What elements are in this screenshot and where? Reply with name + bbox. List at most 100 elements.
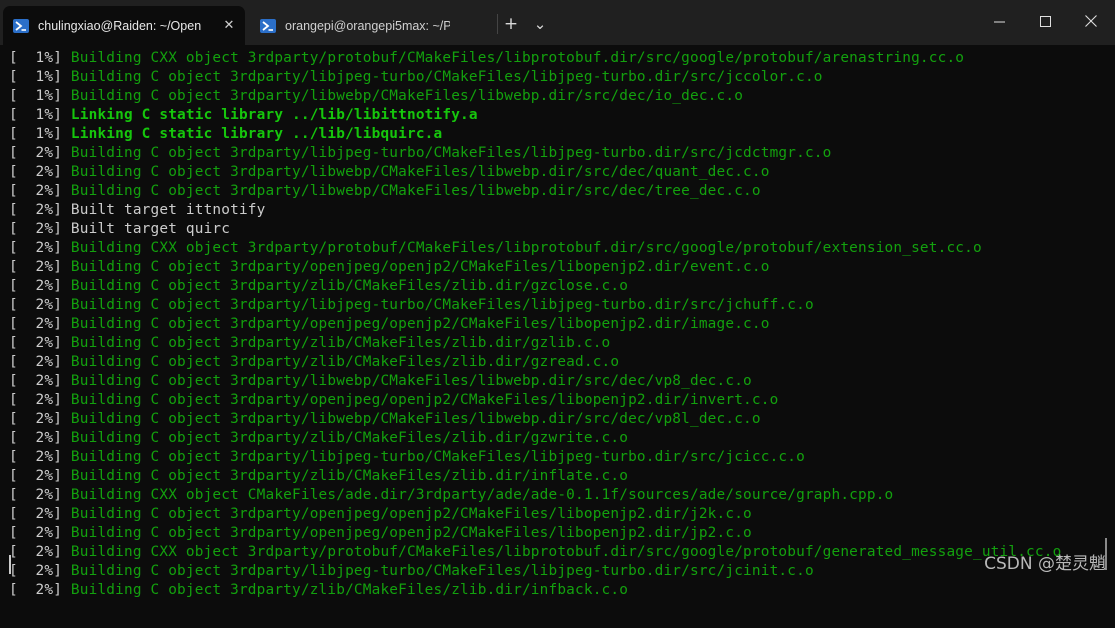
terminal-line: [ 2%] Building C object 3rdparty/libjpeg… bbox=[9, 562, 814, 581]
build-message: Building C object 3rdparty/openjpeg/open… bbox=[70, 316, 770, 332]
terminal-line: [ 2%] Building CXX object 3rdparty/proto… bbox=[9, 543, 1061, 562]
terminal-line: [ 2%] Building C object 3rdparty/libjpeg… bbox=[9, 296, 814, 315]
maximize-icon bbox=[1039, 15, 1051, 27]
progress-percent: [ 2%] bbox=[9, 145, 71, 161]
close-window-button[interactable] bbox=[1068, 0, 1114, 42]
terminal-line: [ 2%] Building CXX object CMakeFiles/ade… bbox=[9, 486, 893, 505]
terminal-line: [ 1%] Building CXX object 3rdparty/proto… bbox=[9, 49, 964, 68]
progress-percent: [ 2%] bbox=[9, 221, 71, 237]
progress-percent: [ 1%] bbox=[9, 88, 71, 104]
progress-percent: [ 2%] bbox=[9, 278, 71, 294]
close-tab-icon[interactable]: ✕ bbox=[221, 17, 237, 33]
progress-percent: [ 1%] bbox=[9, 69, 71, 85]
progress-percent: [ 2%] bbox=[9, 373, 71, 389]
build-message: Linking C static library ../lib/libquirc… bbox=[70, 126, 443, 142]
build-message: Building C object 3rdparty/libjpeg-turbo… bbox=[70, 297, 814, 313]
terminal-line: [ 2%] Building C object 3rdparty/openjpe… bbox=[9, 505, 752, 524]
build-message: Linking C static library ../lib/libittno… bbox=[70, 107, 478, 123]
terminal-line: [ 2%] Building C object 3rdparty/zlib/CM… bbox=[9, 353, 619, 372]
build-message: Building C object 3rdparty/libwebp/CMake… bbox=[70, 373, 752, 389]
terminal-line: [ 2%] Built target ittnotify bbox=[9, 201, 266, 220]
terminal-line: [ 1%] Linking C static library ../lib/li… bbox=[9, 125, 442, 144]
new-tab-button[interactable]: + bbox=[500, 10, 522, 38]
build-message: Building C object 3rdparty/libwebp/CMake… bbox=[70, 88, 744, 104]
terminal-line: [ 2%] Building C object 3rdparty/openjpe… bbox=[9, 391, 778, 410]
progress-percent: [ 2%] bbox=[9, 392, 71, 408]
build-message: Building C object 3rdparty/zlib/CMakeFil… bbox=[70, 278, 629, 294]
build-message: Building C object 3rdparty/libwebp/CMake… bbox=[70, 164, 770, 180]
tab-label: chulingxiao@Raiden: ~/Open bbox=[38, 18, 202, 33]
tab-chulingxiao-raiden[interactable]: chulingxiao@Raiden: ~/Open ✕ bbox=[3, 6, 245, 45]
progress-percent: [ 2%] bbox=[9, 354, 71, 370]
terminal-line: [ 2%] Built target quirc bbox=[9, 220, 230, 239]
progress-percent: [ 2%] bbox=[9, 259, 71, 275]
minimize-button[interactable] bbox=[976, 0, 1022, 42]
terminal-line: [ 2%] Building C object 3rdparty/libjpeg… bbox=[9, 448, 805, 467]
build-message: Building CXX object 3rdparty/protobuf/CM… bbox=[70, 240, 982, 256]
terminal-line: [ 2%] Building C object 3rdparty/libwebp… bbox=[9, 372, 752, 391]
terminal-line: [ 1%] Linking C static library ../lib/li… bbox=[9, 106, 478, 125]
progress-percent: [ 2%] bbox=[9, 430, 71, 446]
terminal-line: [ 2%] Building C object 3rdparty/libwebp… bbox=[9, 163, 770, 182]
tab-divider bbox=[497, 14, 498, 34]
terminal-line: [ 2%] Building C object 3rdparty/zlib/CM… bbox=[9, 467, 628, 486]
build-message: Built target quirc bbox=[70, 221, 231, 237]
terminal-line: [ 1%] Building C object 3rdparty/libjpeg… bbox=[9, 68, 823, 87]
build-message: Building C object 3rdparty/zlib/CMakeFil… bbox=[70, 582, 629, 598]
progress-percent: [ 2%] bbox=[9, 164, 71, 180]
terminal-line: [ 2%] Building C object 3rdparty/libwebp… bbox=[9, 182, 761, 201]
build-message: Building C object 3rdparty/zlib/CMakeFil… bbox=[70, 335, 611, 351]
minimize-icon bbox=[993, 21, 1005, 22]
progress-percent: [ 2%] bbox=[9, 563, 71, 579]
build-message: Building C object 3rdparty/libwebp/CMake… bbox=[70, 411, 761, 427]
close-icon bbox=[1085, 15, 1097, 27]
tab-label: orangepi@orangepi5max: ~/P bbox=[285, 18, 450, 33]
chevron-down-icon[interactable]: ⌄ bbox=[530, 10, 550, 38]
terminal-line: [ 1%] Building C object 3rdparty/libwebp… bbox=[9, 87, 743, 106]
build-message: Building C object 3rdparty/openjpeg/open… bbox=[70, 259, 770, 275]
maximize-button[interactable] bbox=[1022, 0, 1068, 42]
progress-percent: [ 2%] bbox=[9, 411, 71, 427]
terminal-line: [ 2%] Building C object 3rdparty/openjpe… bbox=[9, 524, 752, 543]
build-message: Building C object 3rdparty/openjpeg/open… bbox=[70, 506, 752, 522]
build-message: Building C object 3rdparty/libjpeg-turbo… bbox=[70, 449, 805, 465]
watermark: CSDN @楚灵魈 bbox=[984, 554, 1106, 574]
build-message: Building C object 3rdparty/openjpeg/open… bbox=[70, 525, 752, 541]
progress-percent: [ 2%] bbox=[9, 335, 71, 351]
title-bar: chulingxiao@Raiden: ~/Open ✕ orangepi@or… bbox=[0, 0, 1115, 45]
terminal-line: [ 2%] Building C object 3rdparty/zlib/CM… bbox=[9, 581, 628, 600]
progress-percent: [ 2%] bbox=[9, 202, 71, 218]
progress-percent: [ 2%] bbox=[9, 183, 71, 199]
progress-percent: [ 1%] bbox=[9, 50, 71, 66]
terminal-line: [ 2%] Building C object 3rdparty/openjpe… bbox=[9, 258, 770, 277]
terminal-line: [ 2%] Building C object 3rdparty/zlib/CM… bbox=[9, 429, 628, 448]
build-message: Building C object 3rdparty/libjpeg-turbo… bbox=[70, 145, 832, 161]
build-message: Building C object 3rdparty/zlib/CMakeFil… bbox=[70, 430, 629, 446]
build-message: Building C object 3rdparty/zlib/CMakeFil… bbox=[70, 354, 620, 370]
terminal-line: [ 2%] Building CXX object 3rdparty/proto… bbox=[9, 239, 982, 258]
progress-percent: [ 2%] bbox=[9, 544, 71, 560]
build-message: Building C object 3rdparty/zlib/CMakeFil… bbox=[70, 468, 629, 484]
terminal-line: [ 2%] Building C object 3rdparty/libjpeg… bbox=[9, 144, 832, 163]
build-message: Building CXX object CMakeFiles/ade.dir/3… bbox=[70, 487, 894, 503]
progress-percent: [ 2%] bbox=[9, 297, 71, 313]
terminal-line: [ 2%] Building C object 3rdparty/zlib/CM… bbox=[9, 277, 628, 296]
build-message: Building C object 3rdparty/libjpeg-turbo… bbox=[70, 69, 823, 85]
terminal-line: [ 2%] Building C object 3rdparty/libwebp… bbox=[9, 410, 761, 429]
terminal-output[interactable]: [ 1%] Building CXX object 3rdparty/proto… bbox=[0, 45, 1115, 628]
terminal-line: [ 2%] Building C object 3rdparty/openjpe… bbox=[9, 315, 770, 334]
tab-orangepi[interactable]: orangepi@orangepi5max: ~/P bbox=[250, 6, 494, 45]
progress-percent: [ 2%] bbox=[9, 449, 71, 465]
progress-percent: [ 2%] bbox=[9, 487, 71, 503]
build-message: Building C object 3rdparty/openjpeg/open… bbox=[70, 392, 779, 408]
progress-percent: [ 2%] bbox=[9, 316, 71, 332]
progress-percent: [ 1%] bbox=[9, 126, 71, 142]
progress-percent: [ 2%] bbox=[9, 468, 71, 484]
build-message: Building CXX object 3rdparty/protobuf/CM… bbox=[70, 544, 1062, 560]
terminal-line: [ 2%] Building C object 3rdparty/zlib/CM… bbox=[9, 334, 610, 353]
build-message: Building CXX object 3rdparty/protobuf/CM… bbox=[70, 50, 965, 66]
build-message: Building C object 3rdparty/libwebp/CMake… bbox=[70, 183, 761, 199]
powershell-icon bbox=[260, 18, 276, 33]
build-message: Built target ittnotify bbox=[70, 202, 266, 218]
progress-percent: [ 2%] bbox=[9, 506, 71, 522]
